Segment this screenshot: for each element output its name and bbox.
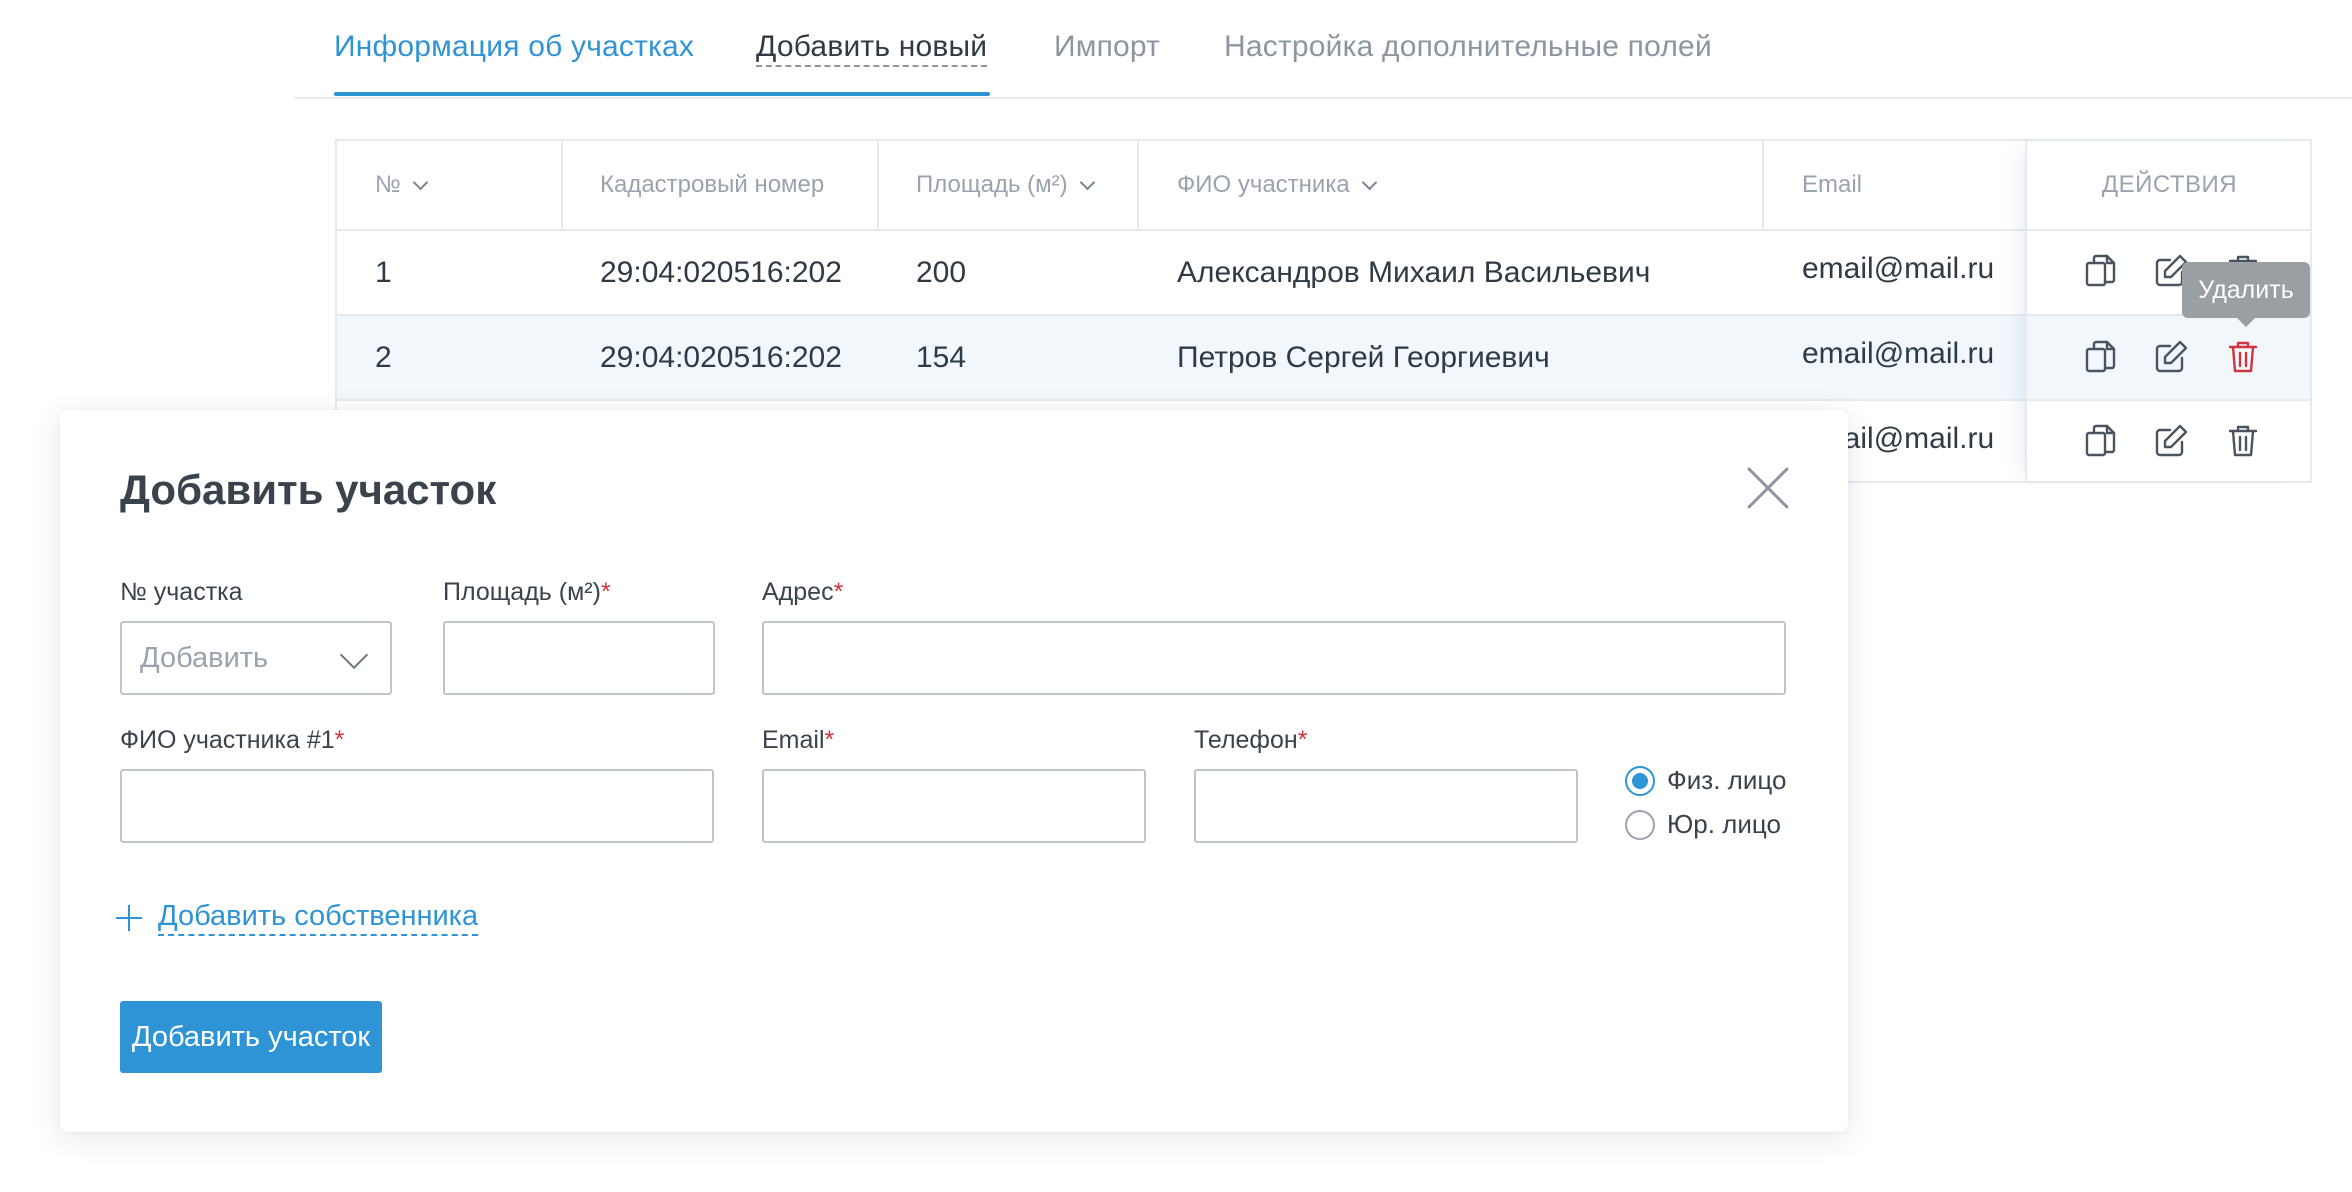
chevron-down-icon bbox=[1079, 174, 1095, 190]
email-label-text: Email bbox=[762, 726, 825, 754]
add-owner-link[interactable]: Добавить собственника bbox=[116, 900, 479, 936]
email-input[interactable] bbox=[762, 769, 1146, 843]
plus-icon bbox=[116, 905, 142, 931]
header-num[interactable]: № bbox=[375, 141, 429, 229]
add-plot-modal: Добавить участок № участка Добавить Площ… bbox=[60, 410, 1848, 1132]
plot-number-label-text: № участка bbox=[120, 578, 243, 606]
cell-owner: Петров Сергей Георгиевич bbox=[1177, 340, 1550, 374]
radio-legal-entity[interactable]: Юр. лицо bbox=[1625, 809, 1781, 840]
header-area-label: Площадь (м²) bbox=[916, 171, 1068, 198]
cell-email: email@mail.ru bbox=[1802, 251, 1995, 285]
delete-tooltip: Удалить bbox=[2182, 262, 2310, 327]
required-mark: * bbox=[1297, 726, 1308, 754]
copy-icon[interactable] bbox=[2081, 421, 2121, 461]
radio-legal-label: Юр. лицо bbox=[1667, 809, 1781, 839]
column-divider bbox=[877, 141, 879, 231]
column-divider bbox=[1762, 141, 1764, 231]
copy-icon[interactable] bbox=[2081, 337, 2121, 377]
cell-cadastral: 29:04:020516:202 bbox=[600, 255, 842, 289]
cell-email: email@mail.ru bbox=[1802, 336, 1995, 370]
plot-number-select[interactable]: Добавить bbox=[120, 621, 392, 695]
header-owner-label: ФИО участника bbox=[1177, 171, 1350, 198]
tab-add-new[interactable]: Добавить новый bbox=[756, 30, 988, 67]
radio-individual[interactable]: Физ. лицо bbox=[1625, 765, 1786, 796]
cell-area: 154 bbox=[916, 340, 967, 374]
add-owner-label: Добавить собственника bbox=[158, 900, 479, 936]
area-label: Площадь (м²)* bbox=[443, 578, 611, 607]
edit-icon[interactable] bbox=[2151, 337, 2191, 377]
owner-name-input[interactable] bbox=[120, 769, 714, 843]
radio-button[interactable] bbox=[1625, 809, 1655, 840]
header-num-label: № bbox=[375, 171, 401, 198]
tab-custom-fields[interactable]: Настройка дополнительные полей bbox=[1224, 30, 1712, 64]
cell-area: 200 bbox=[916, 255, 967, 289]
plot-number-placeholder: Добавить bbox=[140, 641, 269, 674]
tab-add-new-label: Добавить новый bbox=[756, 30, 988, 67]
radio-button-selected[interactable] bbox=[1625, 765, 1655, 796]
cell-cadastral: 29:04:020516:202 bbox=[600, 340, 842, 374]
copy-icon[interactable] bbox=[2081, 251, 2121, 291]
header-owner[interactable]: ФИО участника bbox=[1177, 141, 1377, 229]
required-mark: * bbox=[824, 726, 835, 754]
table-row: 1 29:04:020516:202 200 Александров Михаи… bbox=[337, 231, 2310, 316]
tab-bar: Информация об участках Добавить новый Им… bbox=[294, 0, 2352, 99]
modal-title: Добавить участок bbox=[120, 466, 497, 513]
owner-name-label-text: ФИО участника #1 bbox=[120, 726, 335, 754]
required-mark: * bbox=[334, 726, 345, 754]
chevron-down-icon bbox=[339, 640, 369, 670]
header-cadastral: Кадастровый номер bbox=[600, 171, 825, 198]
owner-name-label: ФИО участника #1* bbox=[120, 726, 344, 755]
phone-label-text: Телефон bbox=[1194, 726, 1298, 754]
tab-import[interactable]: Импорт bbox=[1054, 30, 1160, 64]
email-label: Email* bbox=[762, 726, 834, 755]
cell-owner: Александров Михаил Васильевич bbox=[1177, 255, 1651, 289]
address-input[interactable] bbox=[762, 621, 1786, 695]
phone-label: Телефон* bbox=[1194, 726, 1307, 755]
column-divider bbox=[1137, 141, 1139, 231]
close-icon[interactable] bbox=[1746, 466, 1790, 510]
required-mark: * bbox=[600, 578, 611, 606]
cell-num: 2 bbox=[375, 340, 392, 374]
header-actions: ДЕЙСТВИЯ bbox=[2101, 171, 2238, 198]
header-area[interactable]: Площадь (м²) bbox=[916, 141, 1095, 229]
chevron-down-icon bbox=[1361, 174, 1377, 190]
area-input[interactable] bbox=[443, 621, 715, 695]
phone-input[interactable] bbox=[1194, 769, 1578, 843]
edit-icon[interactable] bbox=[2151, 421, 2191, 461]
header-email: Email bbox=[1802, 171, 1863, 198]
trash-icon[interactable] bbox=[2223, 421, 2263, 461]
table-row: 2 29:04:020516:202 154 Петров Сергей Гео… bbox=[337, 316, 2310, 401]
plot-number-label: № участка bbox=[120, 578, 243, 607]
tab-plots-info[interactable]: Информация об участках bbox=[334, 30, 694, 64]
add-plot-button[interactable]: Добавить участок bbox=[120, 1001, 382, 1073]
column-divider bbox=[561, 141, 563, 231]
area-label-text: Площадь (м²) bbox=[443, 578, 601, 606]
table-header: № Кадастровый номер Площадь (м²) ФИО уча… bbox=[337, 141, 2310, 231]
trash-icon[interactable] bbox=[2223, 337, 2263, 377]
active-tab-indicator bbox=[334, 92, 990, 96]
address-label: Адрес* bbox=[762, 578, 843, 607]
address-label-text: Адрес bbox=[762, 578, 834, 606]
required-mark: * bbox=[833, 578, 844, 606]
cell-num: 1 bbox=[375, 255, 392, 289]
radio-individual-label: Физ. лицо bbox=[1667, 765, 1787, 795]
chevron-down-icon bbox=[412, 174, 429, 190]
